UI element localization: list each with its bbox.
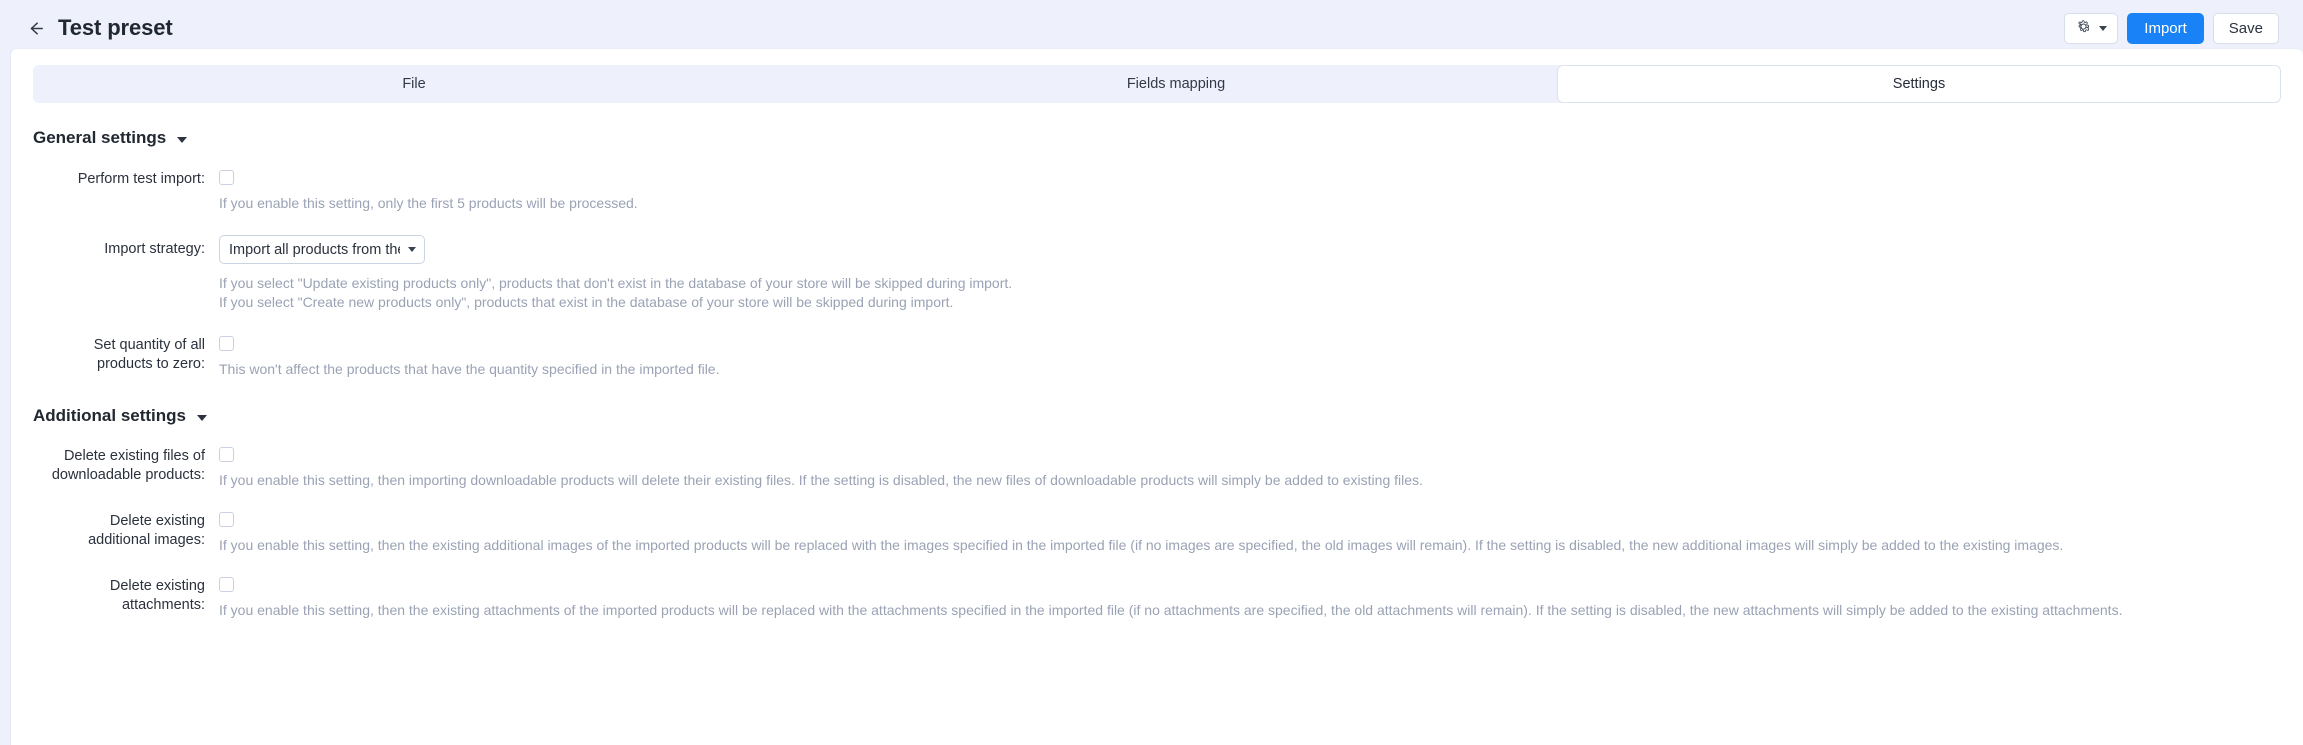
chevron-down-icon	[2099, 25, 2108, 31]
field-label: Import strategy:	[104, 241, 205, 257]
section-header-general-settings[interactable]: General settings	[33, 128, 2281, 148]
chevron-down-icon	[177, 136, 188, 143]
settings-panel: General settings Perform test import: If…	[11, 128, 2303, 620]
field-label: Set quantity of all products to zero:	[93, 337, 205, 372]
field-help-text: If you enable this setting, then the exi…	[219, 602, 2123, 618]
field-set-quantity-zero: Set quantity of all products to zero: Th…	[33, 336, 2281, 379]
field-help-text: If you enable this setting, only the fir…	[219, 195, 638, 211]
field-control: If you enable this setting, then the exi…	[219, 512, 2281, 555]
import-strategy-select[interactable]: Import all products from the l	[219, 235, 425, 264]
set-quantity-zero-checkbox[interactable]	[219, 336, 234, 351]
field-help-text-line-2: If you select "Create new products only"…	[219, 294, 954, 310]
tab-settings[interactable]: Settings	[1557, 65, 2281, 103]
delete-attachments-checkbox[interactable]	[219, 577, 234, 592]
gear-icon	[2076, 19, 2091, 38]
field-control: If you enable this setting, then importi…	[219, 447, 2281, 490]
tab-fields-mapping[interactable]: Fields mapping	[795, 65, 1557, 103]
content-card: File Fields mapping Settings General set…	[10, 48, 2303, 745]
tab-file[interactable]: File	[33, 65, 795, 103]
perform-test-import-checkbox[interactable]	[219, 170, 234, 185]
section-title-general: General settings	[33, 128, 167, 147]
header-actions: Import Save	[2064, 12, 2279, 44]
import-button[interactable]: Import	[2127, 12, 2204, 44]
field-control: Import all products from the l If you se…	[219, 235, 2281, 312]
field-delete-attachments: Delete existing attachments: If you enab…	[33, 577, 2281, 620]
delete-existing-files-checkbox[interactable]	[219, 447, 234, 462]
field-perform-test-import: Perform test import: If you enable this …	[33, 170, 2281, 213]
field-delete-existing-files: Delete existing files of downloadable pr…	[33, 447, 2281, 490]
field-import-strategy: Import strategy: Import all products fro…	[33, 235, 2281, 312]
section-header-additional-settings[interactable]: Additional settings	[33, 406, 2281, 426]
chevron-down-icon	[197, 414, 207, 421]
field-help-text: If you enable this setting, then the exi…	[219, 537, 2064, 553]
field-label: Delete existing files of downloadable pr…	[51, 448, 205, 483]
field-control: If you enable this setting, only the fir…	[219, 170, 2281, 213]
section-title-additional: Additional settings	[33, 406, 186, 425]
settings-dropdown-button[interactable]	[2064, 12, 2119, 44]
app-page: Test preset Import Save File Fields mapp…	[0, 0, 2303, 745]
field-help-text-line-1: If you select "Update existing products …	[219, 275, 1013, 291]
field-help-text: This won't affect the products that have…	[219, 361, 720, 377]
field-control: This won't affect the products that have…	[219, 336, 2281, 379]
tab-strip: File Fields mapping Settings	[33, 65, 2281, 103]
field-control: If you enable this setting, then the exi…	[219, 577, 2281, 620]
delete-additional-images-checkbox[interactable]	[219, 512, 234, 527]
page-title: Test preset	[58, 15, 173, 40]
field-label: Delete existing additional images:	[88, 513, 205, 548]
arrow-left-icon[interactable]	[22, 15, 48, 41]
import-strategy-select-wrap: Import all products from the l	[219, 235, 425, 264]
field-help-text: If you enable this setting, then importi…	[219, 472, 1423, 488]
save-button[interactable]: Save	[2212, 12, 2279, 44]
field-label: Delete existing attachments:	[109, 578, 205, 613]
field-label: Perform test import:	[77, 171, 205, 187]
field-delete-additional-images: Delete existing additional images: If yo…	[33, 512, 2281, 555]
